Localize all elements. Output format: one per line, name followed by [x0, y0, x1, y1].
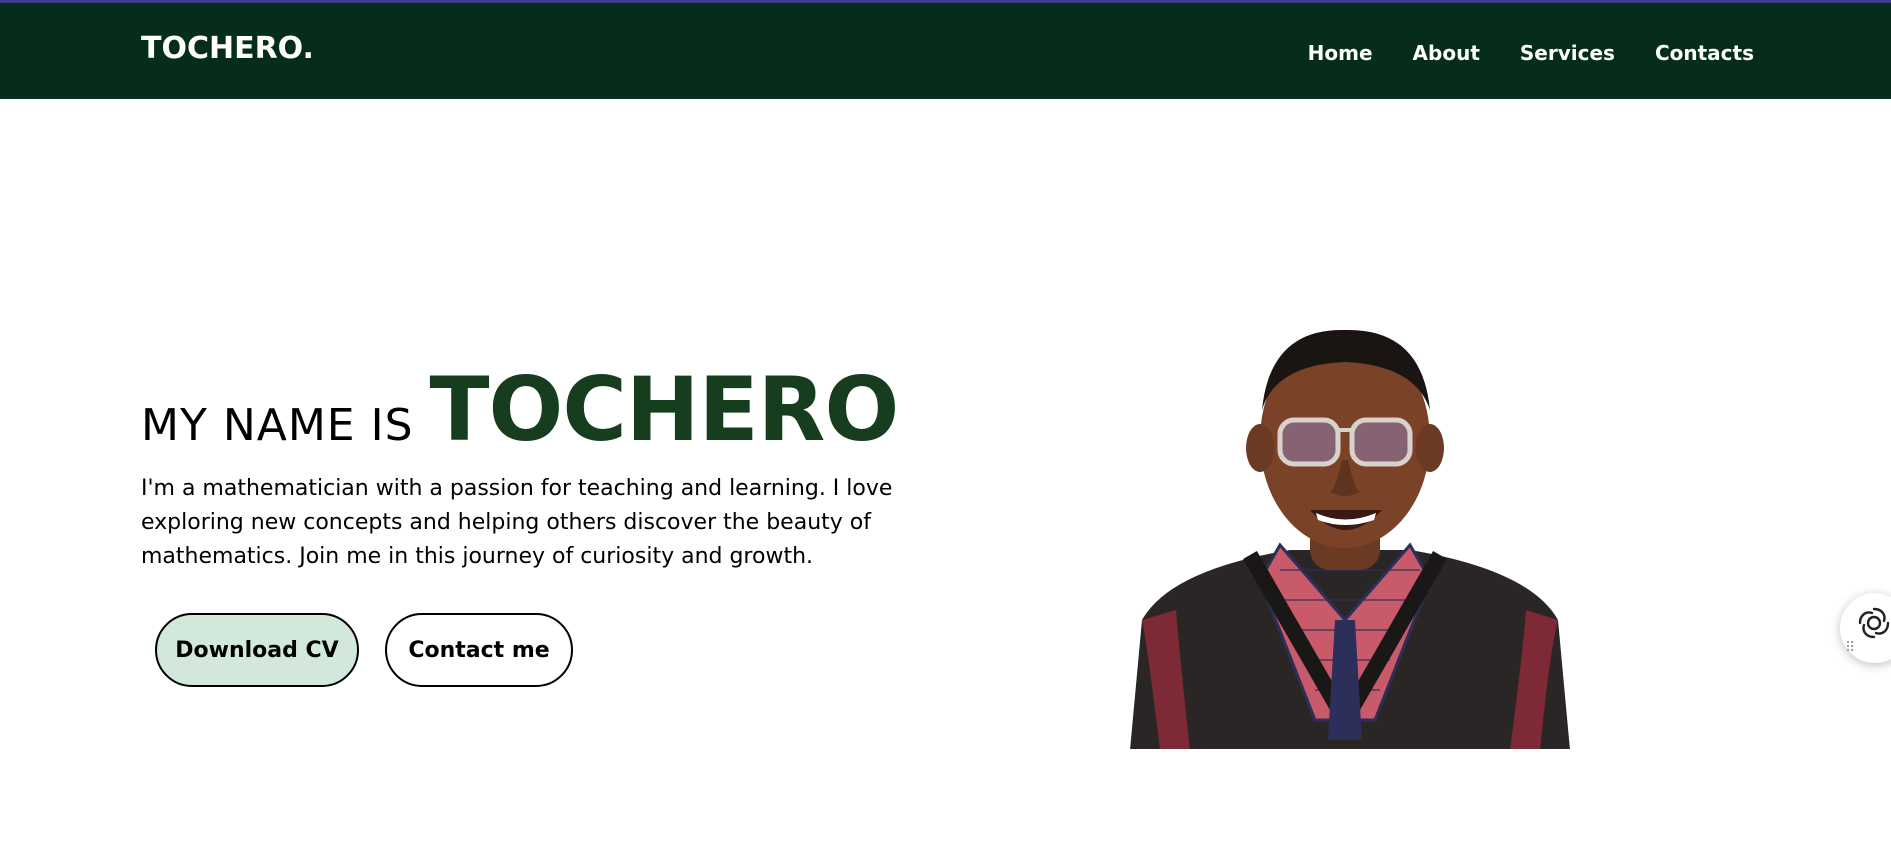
drag-grip-icon[interactable]: ⠿ — [1845, 640, 1855, 656]
nav-contacts-link[interactable]: Contacts — [1655, 41, 1754, 65]
nav-links: Home About Services Contacts — [1308, 41, 1754, 65]
contact-me-button[interactable]: Contact me — [385, 613, 573, 687]
headline-name: TOCHERO — [429, 358, 900, 461]
hero-text: MY NAME IS TOCHERO I'm a mathematician w… — [141, 366, 941, 574]
hero-bio: I'm a mathematician with a passion for t… — [141, 476, 893, 569]
download-cv-button[interactable]: Download CV — [155, 613, 359, 687]
headline-prefix: MY NAME IS — [141, 400, 414, 451]
assistant-swirl-icon — [1858, 607, 1890, 639]
nav-about-link[interactable]: About — [1413, 41, 1480, 65]
navbar: TOCHERO. Home About Services Contacts — [0, 3, 1891, 99]
site-logo[interactable]: TOCHERO. — [141, 31, 314, 66]
hero-headline: MY NAME IS TOCHERO — [141, 366, 941, 454]
hero-buttons: Download CV Contact me — [155, 613, 573, 687]
nav-services-link[interactable]: Services — [1520, 41, 1615, 65]
nav-home-link[interactable]: Home — [1308, 41, 1373, 65]
profile-portrait — [1130, 329, 1570, 749]
